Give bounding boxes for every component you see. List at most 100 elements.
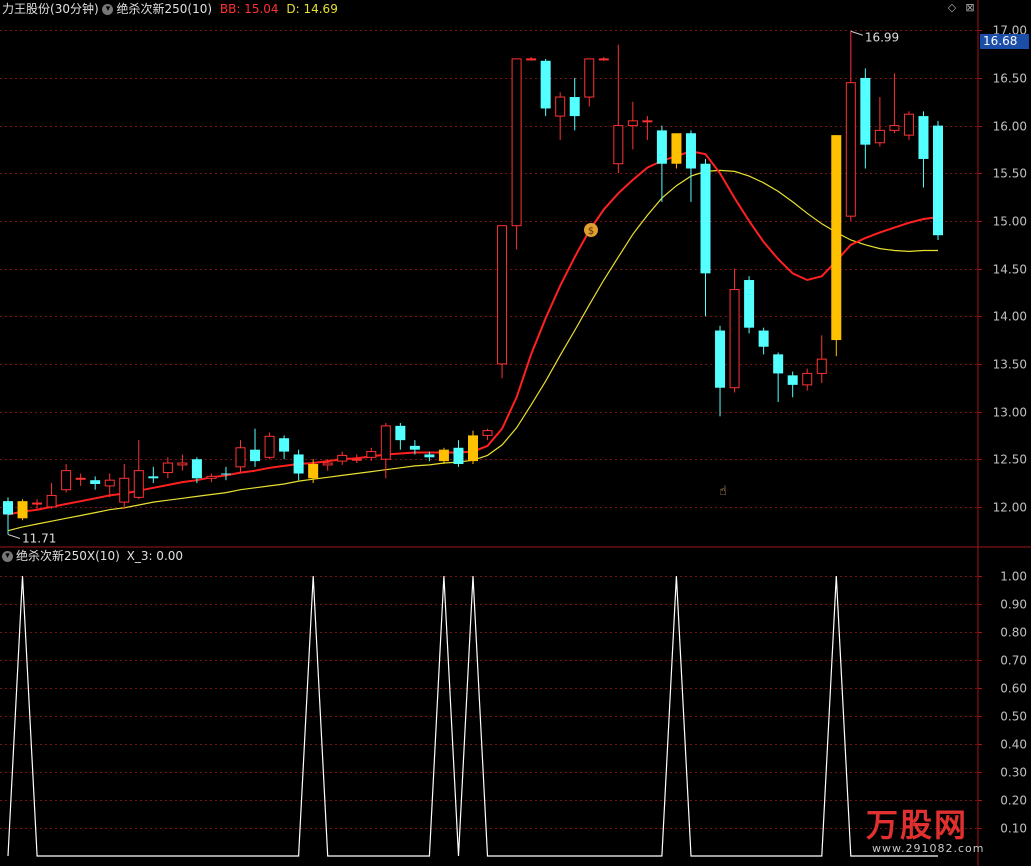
signal-tick-label: 0.10 bbox=[1000, 822, 1027, 836]
candle bbox=[569, 77, 580, 131]
candle-body bbox=[613, 125, 624, 165]
candle bbox=[816, 335, 827, 383]
signal-tick-label: 0.20 bbox=[1000, 794, 1027, 808]
candle-body bbox=[395, 425, 406, 441]
candle bbox=[206, 473, 217, 483]
candle bbox=[162, 457, 173, 479]
candle-body bbox=[773, 354, 784, 374]
candle bbox=[395, 422, 406, 450]
candle-body bbox=[555, 96, 566, 117]
signal-tick-label: 0.30 bbox=[1000, 766, 1027, 780]
candle bbox=[715, 325, 726, 417]
candle bbox=[540, 58, 551, 117]
money-bag-icon: $ bbox=[584, 223, 598, 237]
candle bbox=[598, 56, 609, 61]
candle-body bbox=[322, 462, 333, 466]
dropdown-icon[interactable]: ▾ bbox=[102, 4, 114, 15]
signal-tick-label: 0.70 bbox=[1000, 654, 1027, 668]
candle-body bbox=[598, 58, 609, 61]
candle-body bbox=[438, 449, 449, 462]
signal-line bbox=[7, 575, 938, 857]
candle bbox=[860, 68, 871, 169]
indicator-lines bbox=[7, 150, 939, 532]
candle bbox=[61, 463, 72, 493]
diamond-icon[interactable]: ◇ bbox=[946, 2, 958, 14]
price-axis: 12.00 12.50 13.00 13.50 14.00 14.50 15.00 15.50… bbox=[978, 24, 1027, 836]
candle bbox=[744, 276, 755, 334]
candle bbox=[438, 447, 449, 464]
candle bbox=[627, 101, 638, 150]
candle-body bbox=[177, 462, 188, 466]
candle-body bbox=[816, 358, 827, 374]
candle-body bbox=[90, 480, 101, 484]
candle bbox=[46, 483, 57, 509]
subpanel-title[interactable]: 绝杀次新250X(10) bbox=[16, 549, 120, 563]
candle-body bbox=[148, 476, 159, 479]
candle-body bbox=[191, 459, 202, 479]
candle-body bbox=[162, 462, 173, 474]
signal-tick-label: 0.50 bbox=[1000, 710, 1027, 724]
d-value: D: 14.69 bbox=[286, 2, 338, 16]
candle-body bbox=[715, 330, 726, 388]
candle bbox=[148, 466, 159, 484]
candle bbox=[75, 473, 86, 486]
candle bbox=[3, 497, 13, 535]
candle bbox=[133, 440, 144, 500]
extreme-labels: 16.99 11.71 $ bbox=[7, 30, 899, 546]
candle bbox=[555, 92, 566, 140]
candle bbox=[482, 428, 493, 441]
candle-body bbox=[831, 135, 842, 341]
candle-body bbox=[206, 475, 217, 479]
y-tick-label: 15.50 bbox=[993, 167, 1027, 181]
y-tick-label: 14.00 bbox=[993, 310, 1027, 324]
candle-body bbox=[424, 454, 435, 458]
candle-body bbox=[584, 58, 595, 98]
candle bbox=[671, 133, 682, 169]
sub-header: ▾ 绝杀次新250X(10) X_3: 0.00 bbox=[2, 548, 183, 564]
y-tick-label: 16.00 bbox=[993, 120, 1027, 134]
candle-body bbox=[744, 280, 755, 328]
signal-tick-label: 1.00 bbox=[1000, 570, 1027, 584]
candle-body bbox=[75, 477, 86, 480]
candle-body bbox=[642, 120, 653, 123]
low-pointer bbox=[7, 534, 21, 539]
indicator-name[interactable]: 绝杀次新250(10) bbox=[116, 2, 212, 16]
candle-body bbox=[453, 447, 464, 464]
candle-body bbox=[526, 58, 537, 61]
candle bbox=[497, 225, 508, 379]
candle-body bbox=[787, 375, 798, 385]
candle-body bbox=[540, 60, 551, 109]
candle bbox=[453, 440, 464, 467]
candle-body bbox=[860, 77, 871, 145]
candle bbox=[337, 451, 348, 465]
close-icon[interactable]: ⊠ bbox=[964, 2, 976, 14]
candle bbox=[831, 135, 842, 357]
y-tick-label: 16.50 bbox=[993, 72, 1027, 86]
candle-body bbox=[497, 225, 508, 365]
candle bbox=[220, 466, 231, 481]
candle bbox=[250, 428, 261, 467]
signal-tick-label: 0.60 bbox=[1000, 682, 1027, 696]
candle-body bbox=[337, 454, 348, 462]
d-line bbox=[7, 169, 938, 532]
signal-tick-label: 0.40 bbox=[1000, 738, 1027, 752]
candle bbox=[366, 447, 377, 462]
candle bbox=[468, 430, 478, 464]
candle bbox=[279, 435, 290, 460]
candle-body bbox=[235, 447, 246, 468]
candle bbox=[90, 476, 101, 490]
candle bbox=[845, 31, 856, 221]
candle bbox=[526, 56, 537, 61]
stock-chart[interactable]: 12.00 12.50 13.00 13.50 14.00 14.50 15.00 15.50… bbox=[0, 0, 1031, 866]
y-tick-label: 12.00 bbox=[993, 501, 1027, 515]
brand-logo: 万股网 bbox=[866, 806, 969, 844]
dropdown-icon[interactable]: ▾ bbox=[2, 551, 13, 562]
candle-body bbox=[874, 129, 885, 144]
candle-body bbox=[569, 97, 580, 117]
candle bbox=[351, 454, 362, 464]
candle bbox=[293, 449, 304, 481]
signal-panel bbox=[7, 575, 938, 857]
main-header: 力王股份(30分钟) ▾ 绝杀次新250(10) BB: 15.04 D: 14.… bbox=[2, 1, 338, 17]
candle bbox=[642, 116, 653, 140]
candle-body bbox=[32, 502, 43, 505]
